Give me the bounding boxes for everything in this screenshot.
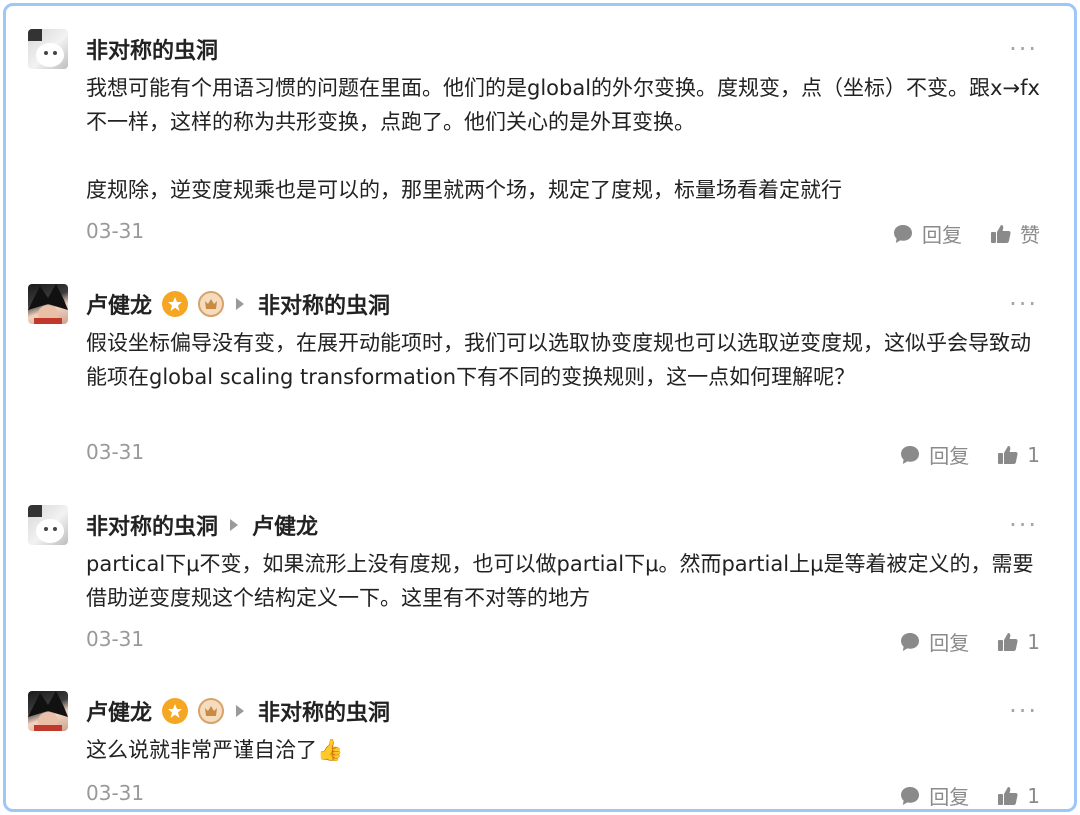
- more-options-icon[interactable]: ···: [1009, 290, 1038, 318]
- avatar[interactable]: [28, 284, 68, 324]
- comment-date: 03-31: [86, 219, 145, 243]
- thumbs-up-icon: [990, 223, 1012, 245]
- like-button[interactable]: 1: [997, 784, 1040, 808]
- like-count: 1: [1027, 783, 1040, 808]
- author-name[interactable]: 卢健龙: [86, 695, 152, 727]
- comment-header: 非对称的虫洞 卢健龙: [86, 505, 318, 545]
- reply-to-name[interactable]: 非对称的虫洞: [258, 288, 390, 320]
- reply-button[interactable]: 回复: [899, 440, 969, 469]
- star-badge-icon: [162, 698, 189, 724]
- comment-actions: 回复 1: [899, 781, 1040, 810]
- comment-header: 非对称的虫洞: [86, 29, 218, 69]
- crown-badge-icon: [198, 291, 225, 317]
- thumbs-up-icon: [997, 444, 1019, 466]
- like-button[interactable]: 1: [997, 630, 1040, 654]
- author-name[interactable]: 非对称的虫洞: [86, 509, 218, 541]
- comment: 卢健龙 非对称的虫洞 ··· 这么说就非常严谨自洽了👍 03-31 回复 1: [6, 691, 1074, 809]
- comment: 非对称的虫洞 卢健龙 ··· partical下μ不变，如果流形上没有度规，也可…: [6, 505, 1074, 665]
- reply-button[interactable]: 回复: [899, 627, 969, 656]
- crown-badge-icon: [198, 698, 225, 724]
- speech-bubble-icon: [899, 785, 921, 807]
- thumbs-up-icon: [997, 785, 1019, 807]
- more-options-icon[interactable]: ···: [1009, 697, 1038, 725]
- comment-header: 卢健龙 非对称的虫洞: [86, 284, 390, 324]
- thumbs-up-icon: [997, 631, 1019, 653]
- star-badge-icon: [162, 291, 189, 317]
- comment-thread: 非对称的虫洞 ··· 我想可能有个用语习惯的问题在里面。他们的是global的外…: [3, 3, 1077, 812]
- comment-text: 我想可能有个用语习惯的问题在里面。他们的是global的外尔变换。度规变，点（坐…: [86, 76, 1040, 202]
- avatar[interactable]: [28, 505, 68, 545]
- caret-right-icon: [230, 519, 239, 531]
- speech-bubble-icon: [892, 223, 914, 245]
- avatar[interactable]: [28, 691, 68, 731]
- reply-label: 回复: [929, 631, 970, 655]
- like-button[interactable]: 1: [997, 443, 1040, 467]
- comment-date: 03-31: [86, 781, 145, 805]
- comment: 非对称的虫洞 ··· 我想可能有个用语习惯的问题在里面。他们的是global的外…: [6, 29, 1074, 249]
- reply-label: 回复: [929, 444, 970, 468]
- reply-label: 回复: [929, 785, 970, 809]
- comment: 卢健龙 非对称的虫洞 ··· 假设坐标偏导没有变，在展开动能项时，我们可以选取协…: [6, 284, 1074, 474]
- comment-header: 卢健龙 非对称的虫洞: [86, 691, 390, 731]
- comment-date: 03-31: [86, 627, 145, 651]
- like-count: 1: [1027, 442, 1040, 467]
- comment-actions: 回复 1: [899, 440, 1040, 469]
- reply-label: 回复: [922, 223, 962, 247]
- author-name[interactable]: 卢健龙: [86, 288, 152, 320]
- comment-text: 假设坐标偏导没有变，在展开动能项时，我们可以选取协变度规也可以选取逆变度规，这似…: [86, 331, 1031, 389]
- reply-button[interactable]: 回复: [899, 781, 969, 810]
- comment-actions: 回复 赞: [892, 219, 1040, 248]
- comment-actions: 回复 1: [899, 627, 1040, 656]
- more-options-icon[interactable]: ···: [1009, 511, 1038, 539]
- reply-to-name[interactable]: 卢健龙: [252, 509, 318, 541]
- like-button[interactable]: 赞: [990, 219, 1040, 248]
- like-count: 1: [1027, 629, 1040, 654]
- speech-bubble-icon: [899, 444, 921, 466]
- caret-right-icon: [236, 705, 245, 717]
- like-label: 赞: [1020, 223, 1040, 247]
- more-options-icon[interactable]: ···: [1009, 35, 1038, 63]
- speech-bubble-icon: [899, 631, 921, 653]
- comment-text: 这么说就非常严谨自洽了👍: [86, 738, 344, 762]
- caret-right-icon: [236, 298, 245, 310]
- reply-button[interactable]: 回复: [892, 219, 962, 248]
- avatar[interactable]: [28, 29, 68, 69]
- reply-to-name[interactable]: 非对称的虫洞: [258, 695, 390, 727]
- comment-date: 03-31: [86, 440, 145, 464]
- author-name[interactable]: 非对称的虫洞: [86, 33, 218, 65]
- comment-text: partical下μ不变，如果流形上没有度规，也可以做partial下μ。然而p…: [86, 552, 1034, 610]
